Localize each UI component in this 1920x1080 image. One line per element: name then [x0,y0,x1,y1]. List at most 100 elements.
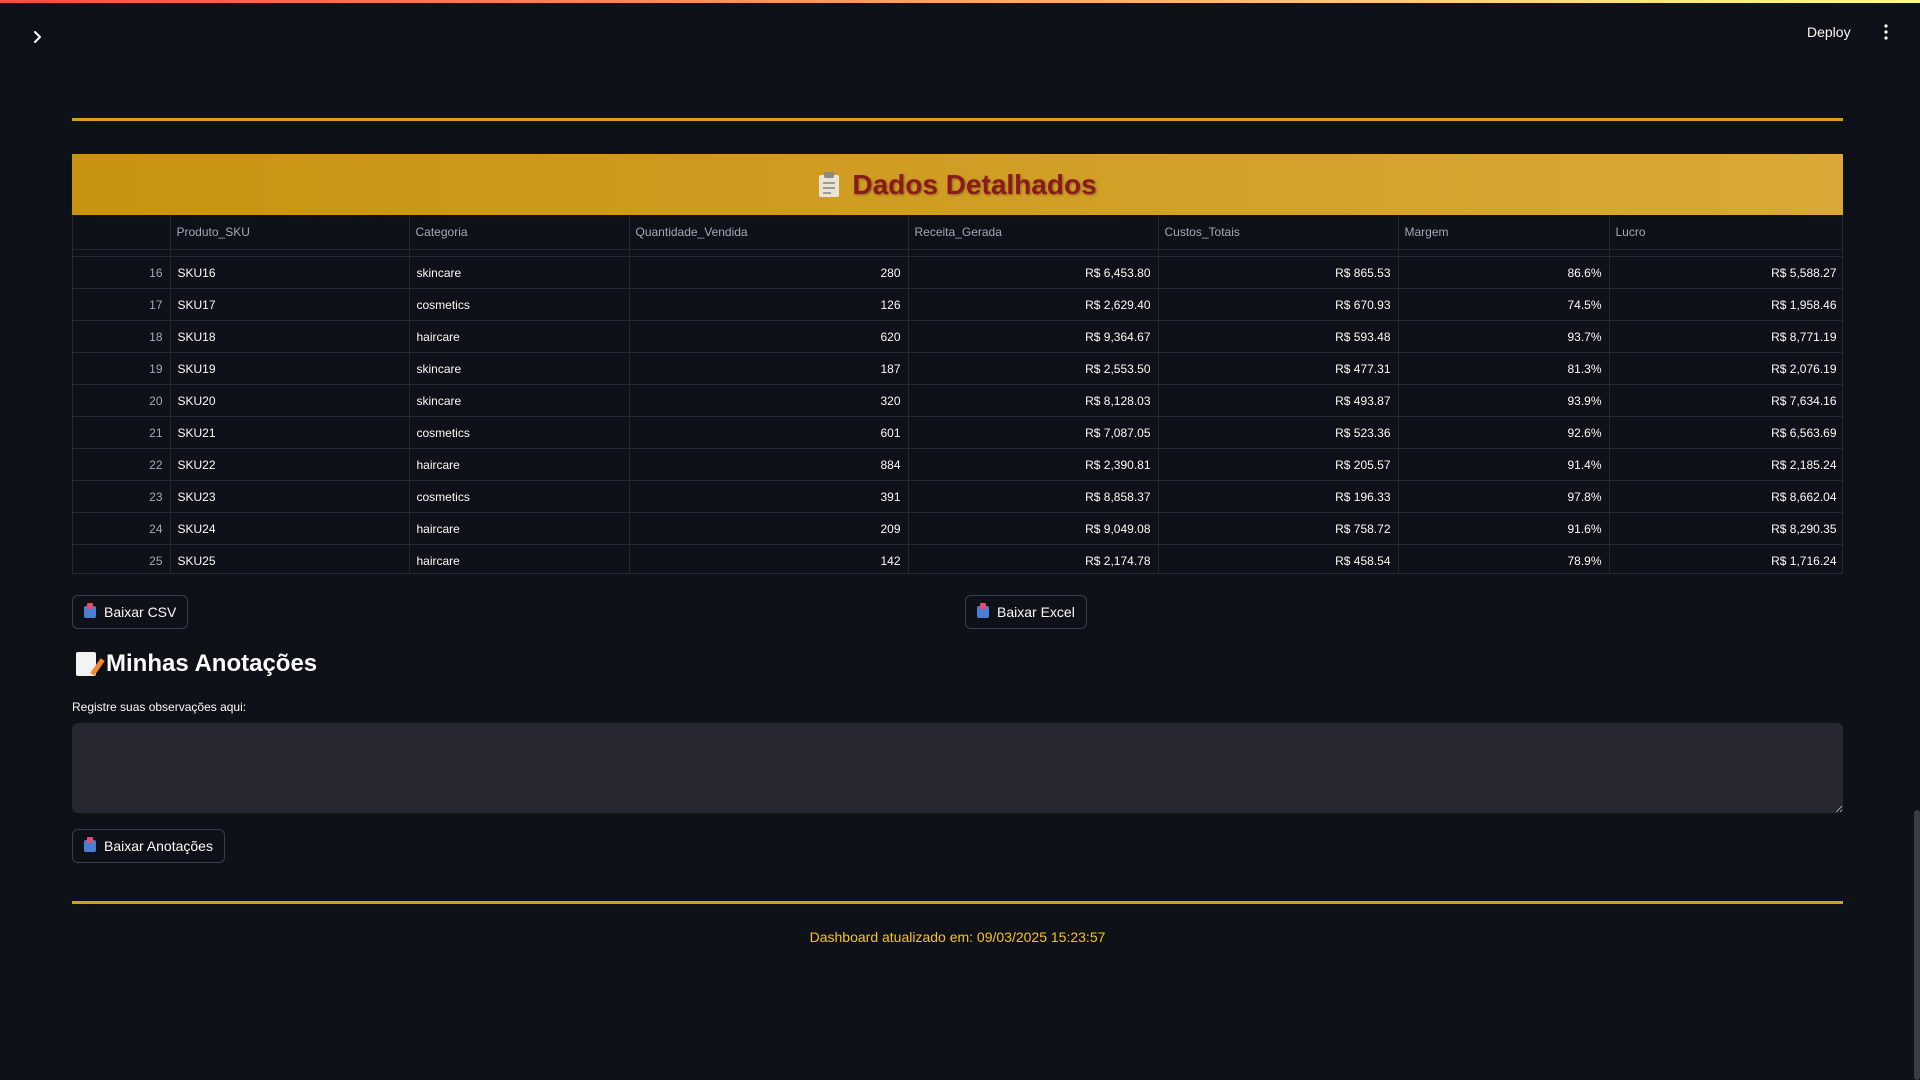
table-row[interactable]: 20 SKU20 skincare 320 R$ 8,128.03 R$ 493.87 93… [73,384,1842,417]
sku-cell[interactable]: SKU16 [170,256,410,289]
categoria-cell[interactable]: haircare [409,448,630,481]
receita-cell[interactable]: R$ 8,858.37 [908,480,1159,513]
categoria-cell[interactable]: skincare [409,256,630,289]
custos-cell[interactable]: R$ 493.87 [1158,384,1399,417]
categoria-cell[interactable]: cosmetics [409,416,630,449]
custos-cell[interactable]: R$ 670.93 [1158,288,1399,321]
custos-cell[interactable]: R$ 865.53 [1158,256,1399,289]
sku-cell[interactable]: SKU24 [170,512,410,545]
row-index-cell[interactable]: 24 [73,512,171,545]
lucro-cell[interactable]: R$ 8,662.04 [1609,480,1842,513]
column-header-margem[interactable]: Margem [1398,215,1610,250]
row-index-cell[interactable]: 17 [73,288,171,321]
page-scrollbar[interactable] [1914,810,1920,1080]
lucro-cell[interactable]: R$ 1,716.24 [1609,544,1842,573]
categoria-cell[interactable]: cosmetics [409,480,630,513]
column-header-receita[interactable]: Receita_Gerada [908,215,1159,250]
notes-textarea[interactable] [72,723,1843,813]
categoria-cell[interactable]: skincare [409,352,630,385]
table-row[interactable]: 25 SKU25 haircare 142 R$ 2,174.78 R$ 458.54 78… [73,544,1842,573]
quantidade-cell[interactable]: 884 [629,448,909,481]
column-header-sku[interactable]: Produto_SKU [170,215,410,250]
download-excel-button[interactable]: Baixar Excel [965,595,1087,629]
table-row[interactable]: 19 SKU19 skincare 187 R$ 2,553.50 R$ 477.31 81… [73,352,1842,385]
margem-cell[interactable]: 91.4% [1398,448,1610,481]
categoria-cell[interactable]: haircare [409,544,630,573]
sku-cell[interactable]: SKU20 [170,384,410,417]
column-header-quantidade[interactable]: Quantidade_Vendida [629,215,909,250]
deploy-button[interactable]: Deploy [1807,20,1851,44]
custos-cell[interactable]: R$ 523.36 [1158,416,1399,449]
row-index-cell[interactable]: 21 [73,416,171,449]
custos-cell[interactable]: R$ 758.72 [1158,512,1399,545]
column-header-categoria[interactable]: Categoria [409,215,630,250]
sku-cell[interactable]: SKU23 [170,480,410,513]
quantidade-cell[interactable]: 209 [629,512,909,545]
receita-cell[interactable]: R$ 2,390.81 [908,448,1159,481]
quantidade-cell[interactable]: 320 [629,384,909,417]
row-index-cell[interactable]: 19 [73,352,171,385]
margem-cell[interactable]: 93.9% [1398,384,1610,417]
receita-cell[interactable]: R$ 8,128.03 [908,384,1159,417]
margem-cell[interactable]: 78.9% [1398,544,1610,573]
quantidade-cell[interactable]: 187 [629,352,909,385]
sku-cell[interactable]: SKU19 [170,352,410,385]
receita-cell[interactable]: R$ 2,553.50 [908,352,1159,385]
download-notes-button[interactable]: Baixar Anotações [72,829,225,863]
custos-cell[interactable]: R$ 205.57 [1158,448,1399,481]
quantidade-cell[interactable]: 280 [629,256,909,289]
custos-cell[interactable]: R$ 477.31 [1158,352,1399,385]
custos-cell[interactable]: R$ 593.48 [1158,320,1399,353]
margem-cell[interactable]: 74.5% [1398,288,1610,321]
quantidade-cell[interactable]: 620 [629,320,909,353]
column-header-lucro[interactable]: Lucro [1609,215,1842,250]
main-menu-button[interactable] [1874,20,1898,44]
sidebar-toggle-button[interactable] [26,25,50,49]
receita-cell[interactable]: R$ 9,049.08 [908,512,1159,545]
row-index-cell[interactable]: 23 [73,480,171,513]
sku-cell[interactable]: SKU25 [170,544,410,573]
margem-cell[interactable]: 97.8% [1398,480,1610,513]
table-row[interactable]: 24 SKU24 haircare 209 R$ 9,049.08 R$ 758.72 91… [73,512,1842,545]
table-row[interactable]: 16 SKU16 skincare 280 R$ 6,453.80 R$ 865.53 86… [73,256,1842,289]
row-index-cell[interactable]: 20 [73,384,171,417]
table-row[interactable]: 21 SKU21 cosmetics 601 R$ 7,087.05 R$ 523.36 9… [73,416,1842,449]
custos-cell[interactable]: R$ 458.54 [1158,544,1399,573]
margem-cell[interactable]: 86.6% [1398,256,1610,289]
table-row[interactable]: 23 SKU23 cosmetics 391 R$ 8,858.37 R$ 196.33 9… [73,480,1842,513]
row-index-cell[interactable]: 22 [73,448,171,481]
column-header-custos[interactable]: Custos_Totais [1158,215,1399,250]
table-row[interactable]: 18 SKU18 haircare 620 R$ 9,364.67 R$ 593.48 93… [73,320,1842,353]
lucro-cell[interactable]: R$ 6,563.69 [1609,416,1842,449]
lucro-cell[interactable]: R$ 5,588.27 [1609,256,1842,289]
row-index-cell[interactable]: 18 [73,320,171,353]
lucro-cell[interactable]: R$ 8,290.35 [1609,512,1842,545]
sku-cell[interactable]: SKU17 [170,288,410,321]
quantidade-cell[interactable]: 601 [629,416,909,449]
lucro-cell[interactable]: R$ 7,634.16 [1609,384,1842,417]
margem-cell[interactable]: 81.3% [1398,352,1610,385]
margem-cell[interactable]: 91.6% [1398,512,1610,545]
margem-cell[interactable]: 92.6% [1398,416,1610,449]
receita-cell[interactable]: R$ 7,087.05 [908,416,1159,449]
lucro-cell[interactable]: R$ 2,076.19 [1609,352,1842,385]
data-table[interactable]: Produto_SKU Categoria Quantidade_Vendida… [72,215,1843,574]
categoria-cell[interactable]: haircare [409,512,630,545]
sku-cell[interactable]: SKU21 [170,416,410,449]
receita-cell[interactable]: R$ 6,453.80 [908,256,1159,289]
lucro-cell[interactable]: R$ 8,771.19 [1609,320,1842,353]
quantidade-cell[interactable]: 391 [629,480,909,513]
download-csv-button[interactable]: Baixar CSV [72,595,189,629]
sku-cell[interactable]: SKU18 [170,320,410,353]
table-row[interactable]: 22 SKU22 haircare 884 R$ 2,390.81 R$ 205.57 91… [73,448,1842,481]
row-index-cell[interactable]: 25 [73,544,171,573]
receita-cell[interactable]: R$ 2,174.78 [908,544,1159,573]
receita-cell[interactable]: R$ 9,364.67 [908,320,1159,353]
row-index-cell[interactable]: 16 [73,256,171,289]
receita-cell[interactable]: R$ 2,629.40 [908,288,1159,321]
lucro-cell[interactable]: R$ 2,185.24 [1609,448,1842,481]
quantidade-cell[interactable]: 142 [629,544,909,573]
table-row[interactable]: 17 SKU17 cosmetics 126 R$ 2,629.40 R$ 670.93 7… [73,288,1842,321]
categoria-cell[interactable]: haircare [409,320,630,353]
margem-cell[interactable]: 93.7% [1398,320,1610,353]
